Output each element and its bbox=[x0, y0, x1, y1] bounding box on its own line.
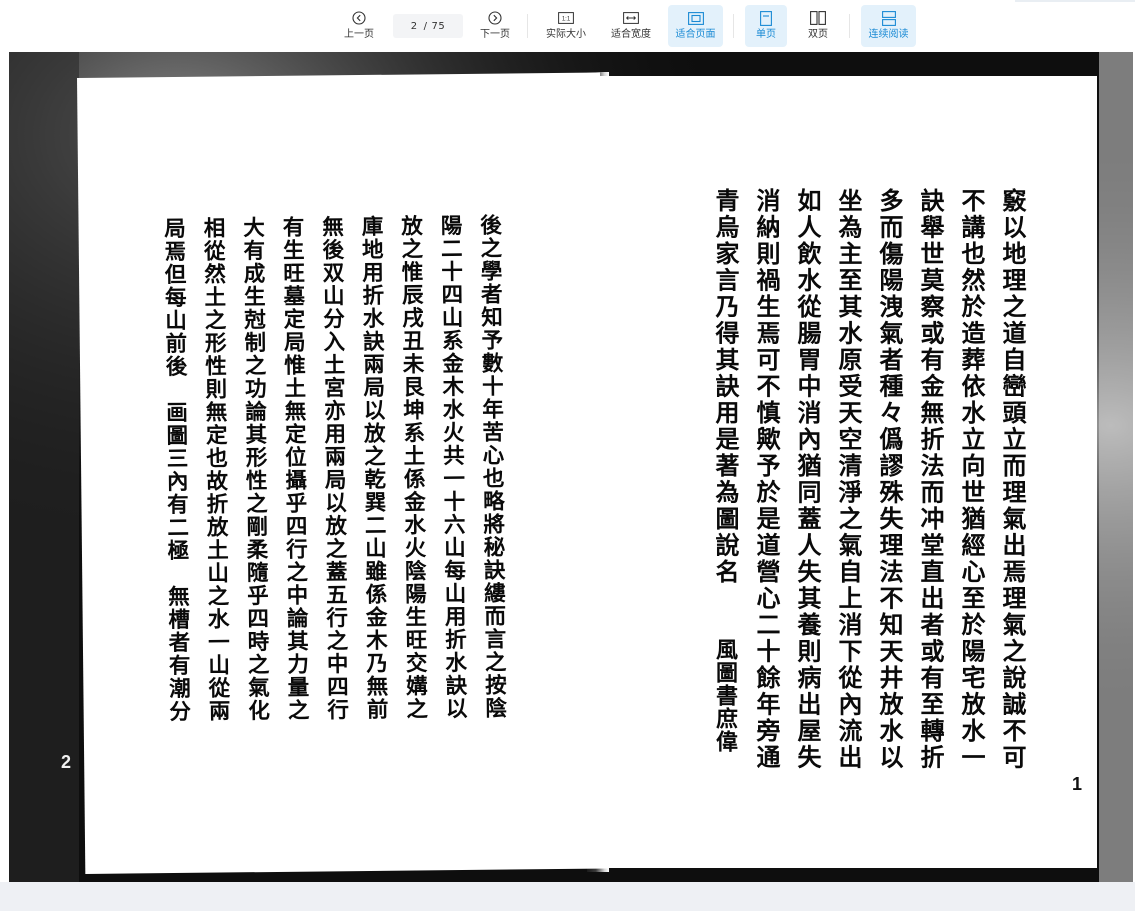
chevron-left-circle-icon bbox=[351, 10, 367, 26]
author-signature: 風圖書庶偉 bbox=[712, 638, 738, 753]
bottom-bar bbox=[0, 882, 1135, 911]
text-column: 坐為主至其水原受天空清淨之氣自上消下從內流出 bbox=[834, 188, 863, 771]
next-page-label: 下一页 bbox=[480, 29, 510, 40]
single-page-icon bbox=[758, 10, 774, 26]
chevron-right-circle-icon bbox=[487, 10, 503, 26]
text-column: 庫地用折水訣兩局以放之乾巽二山雖係金木乃無前 bbox=[357, 214, 389, 722]
continuous-reading-button[interactable]: 连续阅读 bbox=[861, 5, 916, 47]
double-page-label: 双页 bbox=[808, 29, 828, 40]
svg-text:1:1: 1:1 bbox=[562, 16, 571, 22]
page-number-1: 1 bbox=[1072, 774, 1083, 794]
page-number-2: 2 bbox=[61, 752, 72, 772]
current-page-input[interactable]: 2 bbox=[411, 21, 418, 32]
fit-page-button[interactable]: 适合页面 bbox=[668, 5, 723, 47]
text-column: 如人飲水從腸胃中消內猶同蓋人失其養則病出屋失 bbox=[793, 188, 822, 771]
page-1-text: 竅以地理之道自巒頭立而理氣出焉理氣之說誠不可 不講也然於造葬依水立向世猶經心至於… bbox=[703, 188, 1033, 788]
next-page-button[interactable]: 下一页 bbox=[474, 5, 516, 47]
text-column: 消納則禍生焉可不慎歟予於是道營心二十餘年旁通 bbox=[752, 188, 781, 771]
double-page-icon bbox=[810, 10, 826, 26]
text-column: 無後双山分入土宮亦用兩局以放之蓋五行之中四行 bbox=[318, 215, 349, 722]
page-indicator[interactable]: 2 / 75 bbox=[393, 14, 463, 38]
actual-size-icon: 1:1 bbox=[558, 10, 574, 26]
fit-width-button[interactable]: 适合宽度 bbox=[604, 5, 658, 47]
fit-width-label: 适合宽度 bbox=[611, 29, 651, 40]
actual-size-button[interactable]: 1:1 实际大小 bbox=[540, 5, 592, 47]
prev-page-button[interactable]: 上一页 bbox=[338, 5, 380, 47]
text-column: 放之惟辰戌丑未艮坤系土係金水火陰陽生旺交媾之 bbox=[397, 214, 428, 721]
page-2-text: 後之學者知予數十年苦心也略將秘訣縷而言之按陰 陽二十四山系金木水火共一十六山每山… bbox=[148, 213, 514, 777]
text-column: 訣舉世莫察或有金無折法而冲堂直出者或有至轉折 bbox=[916, 188, 945, 771]
text-column: 陽二十四山系金木水火共一十六山每山用折水訣以 bbox=[436, 213, 468, 721]
document-viewer[interactable]: 後之學者知予數十年苦心也略將秘訣縷而言之按陰 陽二十四山系金木水火共一十六山每山… bbox=[9, 52, 1133, 882]
toolbar-divider bbox=[733, 14, 734, 38]
reader-toolbar: 上一页 2 / 75 下一页 1:1 实际大小 适合宽度 适合页面 单页 双页 … bbox=[0, 0, 1135, 52]
continuous-reading-label: 连续阅读 bbox=[868, 29, 909, 40]
text-column: 竅以地理之道自巒頭立而理氣出焉理氣之說誠不可 bbox=[998, 188, 1027, 771]
continuous-reading-icon bbox=[881, 10, 897, 26]
text-column: 多而傷陽洩氣者種々僞謬殊失理法不知天井放水以 bbox=[875, 188, 904, 771]
top-edge-line bbox=[1015, 0, 1135, 2]
page-2: 後之學者知予數十年苦心也略將秘訣縷而言之按陰 陽二十四山系金木水火共一十六山每山… bbox=[77, 72, 609, 874]
text-column: 後之學者知予數十年苦心也略將秘訣縷而言之按陰 bbox=[476, 213, 507, 720]
toolbar-divider bbox=[849, 14, 850, 38]
single-page-button[interactable]: 单页 bbox=[745, 5, 787, 47]
page-1: 竅以地理之道自巒頭立而理氣出焉理氣之說誠不可 不講也然於造葬依水立向世猶經心至於… bbox=[599, 76, 1097, 868]
toolbar-divider bbox=[527, 14, 528, 38]
prev-page-label: 上一页 bbox=[344, 29, 374, 40]
double-page-button[interactable]: 双页 bbox=[797, 5, 839, 47]
single-page-label: 单页 bbox=[756, 29, 776, 40]
actual-size-label: 实际大小 bbox=[546, 29, 586, 40]
fit-page-label: 适合页面 bbox=[675, 29, 716, 40]
text-column: 相從然土之形性則無定也故折放土山之水一山從兩 bbox=[199, 216, 231, 723]
text-column: 有生旺墓定局惟土無定位攝乎四行之中論其力量之 bbox=[278, 215, 310, 722]
text-column: 不講也然於造葬依水立向世猶經心至於陽宅放水一 bbox=[957, 188, 986, 771]
page-separator: / bbox=[423, 20, 428, 32]
text-column: 局焉但每山前後 画圖三內有二極 無槽者有潮分 bbox=[160, 216, 191, 724]
fit-page-icon bbox=[687, 10, 704, 26]
text-column: 大有成生尅制之功論其形性之剛柔隨乎四時之氣化 bbox=[239, 216, 270, 723]
total-pages: 75 bbox=[431, 20, 446, 32]
fit-width-icon bbox=[623, 10, 639, 26]
